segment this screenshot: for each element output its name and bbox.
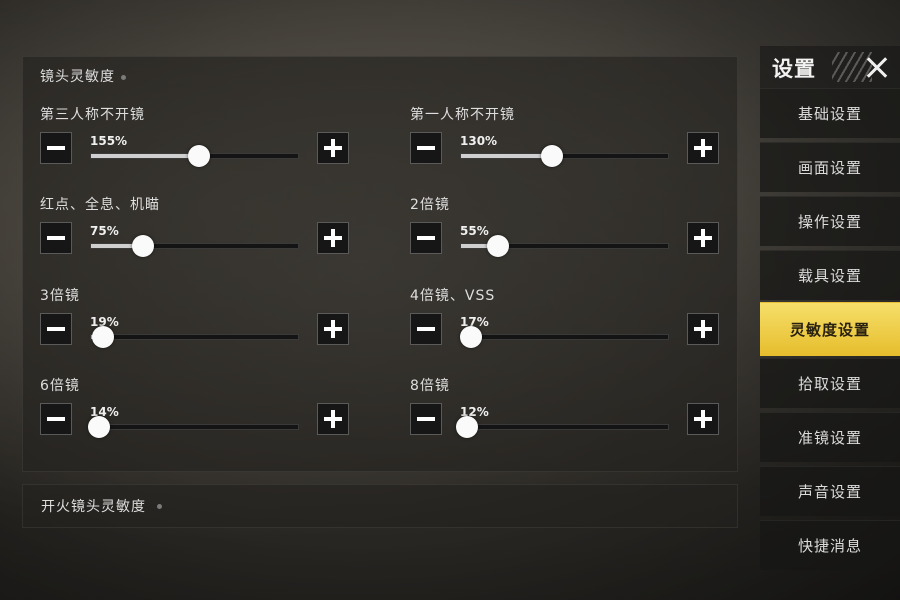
tab-pickup[interactable]: 拾取设置 [760, 358, 900, 408]
slider-thumb[interactable] [131, 235, 154, 257]
slider-value: 55% [460, 224, 489, 238]
page-title: 设置 [772, 57, 816, 81]
fire-section-title: 开火镜头灵敏度 [41, 499, 146, 515]
tab-graphics[interactable]: 画面设置 [760, 142, 900, 192]
decrease-button[interactable] [410, 222, 442, 254]
tab-vehicle[interactable]: 载具设置 [760, 250, 900, 300]
slider-red-dot: 红点、全息、机瞄 75% [40, 194, 360, 274]
slider-value: 130% [460, 134, 498, 148]
slider-track[interactable] [460, 235, 669, 257]
slider-label: 6倍镜 [40, 378, 80, 394]
slider-label: 2倍镜 [410, 197, 450, 213]
minus-icon [47, 327, 65, 331]
slider-track[interactable] [90, 235, 299, 257]
slider-thumb[interactable] [88, 416, 111, 438]
slider-label: 第一人称不开镜 [410, 107, 515, 123]
tab-sensitivity[interactable]: 灵敏度设置 [760, 302, 900, 356]
minus-icon [417, 146, 435, 150]
slider-track[interactable] [88, 416, 299, 438]
slider-thumb[interactable] [541, 145, 564, 167]
slider-track[interactable] [90, 326, 299, 348]
slider-value: 155% [90, 134, 128, 148]
info-dot-icon [157, 504, 162, 509]
increase-button[interactable] [687, 403, 719, 435]
minus-icon [417, 327, 435, 331]
tab-sound[interactable]: 声音设置 [760, 466, 900, 516]
slider-thumb[interactable] [92, 326, 115, 348]
decrease-button[interactable] [410, 132, 442, 164]
slider-4x-scope: 4倍镜、VSS 17% [410, 285, 730, 365]
slider-track[interactable] [460, 145, 669, 167]
slider-label: 红点、全息、机瞄 [40, 197, 160, 213]
slider-8x-scope: 8倍镜 12% [410, 375, 730, 455]
decrease-button[interactable] [40, 313, 72, 345]
slider-thumb[interactable] [187, 145, 210, 167]
minus-icon [417, 236, 435, 240]
slider-3x-scope: 3倍镜 19% [40, 285, 360, 365]
minus-icon [417, 417, 435, 421]
increase-button[interactable] [687, 313, 719, 345]
decrease-button[interactable] [410, 403, 442, 435]
slider-2x-scope: 2倍镜 55% [410, 194, 730, 274]
tab-crosshair[interactable]: 准镜设置 [760, 412, 900, 462]
slider-thumb[interactable] [460, 326, 483, 348]
increase-button[interactable] [317, 222, 349, 254]
slider-track[interactable] [456, 416, 669, 438]
slider-label: 3倍镜 [40, 288, 80, 304]
decrease-button[interactable] [40, 222, 72, 254]
slider-label: 4倍镜、VSS [410, 288, 496, 304]
slider-fill [91, 154, 199, 158]
section-title-text: 镜头灵敏度 [40, 69, 115, 85]
increase-button[interactable] [317, 403, 349, 435]
slider-tpp-no-scope: 第三人称不开镜 155% [40, 104, 360, 184]
slider-value: 75% [90, 224, 119, 238]
slider-track[interactable] [90, 145, 299, 167]
increase-button[interactable] [317, 313, 349, 345]
decrease-button[interactable] [410, 313, 442, 345]
slider-label: 8倍镜 [410, 378, 450, 394]
tab-basic[interactable]: 基础设置 [760, 88, 900, 138]
section-title: 镜头灵敏度 [40, 66, 126, 86]
increase-button[interactable] [687, 132, 719, 164]
minus-icon [47, 146, 65, 150]
slider-thumb[interactable] [456, 416, 479, 438]
decrease-button[interactable] [40, 132, 72, 164]
fire-sensitivity-section[interactable]: 开火镜头灵敏度 [22, 484, 738, 528]
minus-icon [47, 236, 65, 240]
tab-controls[interactable]: 操作设置 [760, 196, 900, 246]
close-button[interactable] [862, 52, 894, 84]
slider-6x-scope: 6倍镜 14% [40, 375, 360, 455]
decrease-button[interactable] [40, 403, 72, 435]
minus-icon [47, 417, 65, 421]
slider-track[interactable] [460, 326, 669, 348]
slider-fpp-no-scope: 第一人称不开镜 130% [410, 104, 730, 184]
tab-quick-message[interactable]: 快捷消息 [760, 520, 900, 570]
slider-thumb[interactable] [487, 235, 510, 257]
increase-button[interactable] [317, 132, 349, 164]
slider-fill [461, 154, 553, 158]
info-dot-icon [121, 74, 126, 80]
increase-button[interactable] [687, 222, 719, 254]
slider-label: 第三人称不开镜 [40, 107, 145, 123]
